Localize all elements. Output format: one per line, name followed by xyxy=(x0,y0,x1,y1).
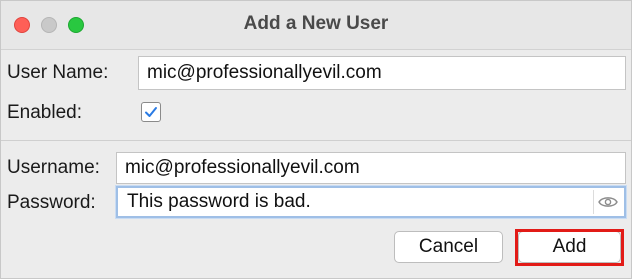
username-value: mic@professionallyevil.com xyxy=(125,157,360,178)
user-name-label: User Name: xyxy=(7,62,109,83)
password-label: Password: xyxy=(7,192,96,213)
password-field[interactable]: This password is bad. xyxy=(116,186,626,218)
cancel-button[interactable]: Cancel xyxy=(394,231,503,263)
enabled-checkbox[interactable] xyxy=(141,102,161,122)
title-bar: Add a New User xyxy=(1,1,631,50)
user-name-field[interactable]: mic@professionallyevil.com xyxy=(138,56,626,90)
checkmark-icon xyxy=(145,107,157,117)
password-value: This password is bad. xyxy=(127,191,311,212)
enabled-label: Enabled: xyxy=(7,102,83,123)
dialog-title: Add a New User xyxy=(243,13,389,34)
section-divider xyxy=(1,140,631,141)
show-password-button[interactable] xyxy=(593,190,622,214)
eye-icon xyxy=(598,197,618,207)
user-name-value: mic@professionallyevil.com xyxy=(147,62,382,83)
add-button-highlight xyxy=(515,229,624,266)
add-user-dialog: Add a New User User Name: mic@profession… xyxy=(0,0,632,279)
username-field[interactable]: mic@professionallyevil.com xyxy=(116,152,626,184)
username-label: Username: xyxy=(7,157,100,178)
